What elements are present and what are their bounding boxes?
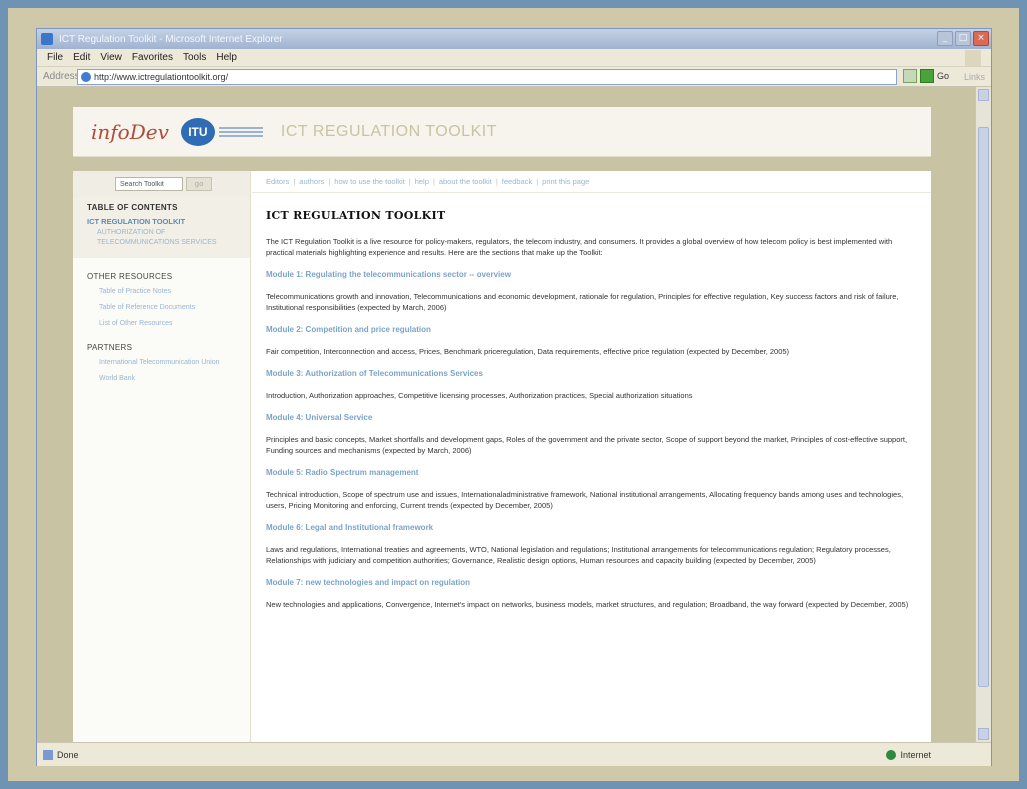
module-3-desc: Introduction, Authorization approaches, … (266, 391, 693, 400)
search-input[interactable] (115, 177, 183, 191)
address-label: Address (43, 71, 80, 82)
security-zone: Internet (886, 749, 931, 760)
sidebar: go TABLE OF CONTENTS ICT REGULATION TOOL… (73, 171, 251, 742)
links-button[interactable]: Links (964, 72, 985, 82)
page-title: ICT REGULATION TOOLKIT (266, 209, 446, 222)
globe-icon (886, 749, 897, 760)
module-7-link[interactable]: Module 7: new technologies and impact on… (266, 578, 917, 587)
link-reference-documents[interactable]: Table of Reference Documents (99, 303, 236, 313)
menu-help[interactable]: Help (216, 52, 237, 63)
menu-bar: File Edit View Favorites Tools Help (37, 49, 991, 67)
infodev-logo: infoDev (91, 119, 169, 144)
module-1-desc: Telecommunications growth and innovation… (266, 292, 899, 312)
ie-app-icon (41, 33, 53, 45)
go-button[interactable]: Go (937, 71, 949, 81)
module-5-desc: Technical introduction, Scope of spectru… (266, 490, 904, 510)
go-area: Go (903, 69, 949, 83)
module-6-link[interactable]: Module 6: Legal and Institutional framew… (266, 523, 917, 532)
module-3-link[interactable]: Module 3: Authorization of Telecommunica… (266, 369, 917, 378)
main-content: Editors | authors | how to use the toolkit… (252, 171, 931, 742)
module-1-link[interactable]: Module 1: Regulating the telecommunicati… (266, 270, 917, 279)
windows-logo-icon (965, 50, 981, 66)
window-title: ICT Regulation Toolkit - Microsoft Inter… (59, 33, 283, 45)
other-resources: OTHER RESOURCES Table of Practice Notes … (73, 258, 250, 329)
page-viewport: infoDev ITU ICT REGULATION TOOLKIT go TA… (37, 87, 977, 742)
nav-editors[interactable]: Editors (266, 177, 289, 186)
go-arrow-icon[interactable] (920, 69, 934, 83)
minimize-button[interactable]: _ (937, 31, 953, 46)
nav-authors[interactable]: authors (299, 177, 324, 186)
scroll-down-icon[interactable] (978, 728, 989, 740)
link-itu[interactable]: International Telecommunication Union (99, 358, 236, 368)
toc-heading: TABLE OF CONTENTS (87, 203, 178, 212)
nav-about[interactable]: about the toolkit (439, 177, 492, 186)
menu-view[interactable]: View (100, 52, 122, 63)
address-bar: Address http://www.ictregulationtoolkit.… (37, 67, 991, 87)
header-band (73, 157, 931, 171)
status-text: Done (57, 749, 79, 760)
link-practice-notes[interactable]: Table of Practice Notes (99, 287, 236, 297)
title-bar: ICT Regulation Toolkit - Microsoft Inter… (37, 29, 991, 49)
close-button[interactable]: × (973, 31, 989, 46)
menu-tools[interactable]: Tools (183, 52, 206, 63)
search-go-button[interactable]: go (186, 177, 212, 191)
web-page: infoDev ITU ICT REGULATION TOOLKIT go TA… (73, 107, 931, 742)
link-world-bank[interactable]: World Bank (99, 374, 236, 384)
module-6-desc: Laws and regulations, International trea… (266, 545, 891, 565)
browser-window: ICT Regulation Toolkit - Microsoft Inter… (36, 28, 992, 766)
partners-heading: PARTNERS (87, 343, 133, 352)
page-icon (81, 72, 91, 82)
module-4-desc: Principles and basic concepts, Market sh… (266, 435, 908, 455)
other-resources-heading: OTHER RESOURCES (87, 272, 173, 281)
module-2-desc: Fair competition, Interconnection and ac… (266, 347, 790, 356)
menu-file[interactable]: File (47, 52, 63, 63)
nav-feedback[interactable]: feedback (502, 177, 532, 186)
site-header: infoDev ITU ICT REGULATION TOOLKIT (73, 107, 931, 157)
itu-tagline-graphic (218, 126, 263, 137)
module-2-link[interactable]: Module 2: Competition and price regulati… (266, 325, 917, 334)
status-bar: Done Internet (37, 742, 991, 766)
module-4-link[interactable]: Module 4: Universal Service (266, 413, 917, 422)
maximize-button[interactable]: □ (955, 31, 971, 46)
nav-help[interactable]: help (415, 177, 429, 186)
menu-favorites[interactable]: Favorites (132, 52, 173, 63)
menu-edit[interactable]: Edit (73, 52, 90, 63)
module-7-desc: New technologies and applications, Conve… (266, 600, 909, 609)
itu-logo: ITU (180, 117, 215, 146)
site-title: ICT REGULATION TOOLKIT (280, 122, 497, 140)
toc-item-toolkit[interactable]: ICT REGULATION TOOLKIT (87, 217, 236, 226)
vertical-scrollbar[interactable] (975, 87, 991, 742)
nav-how-to-use[interactable]: how to use the toolkit (334, 177, 404, 186)
page-done-icon (43, 749, 53, 760)
scroll-thumb[interactable] (978, 127, 989, 687)
scroll-up-icon[interactable] (978, 89, 989, 101)
table-of-contents: TABLE OF CONTENTS ICT REGULATION TOOLKIT… (73, 197, 250, 258)
zone-text: Internet (900, 749, 931, 760)
top-nav: Editors | authors | how to use the toolkit… (252, 171, 931, 193)
toc-item-authorization[interactable]: AUTHORIZATION OF TELECOMMUNICATIONS SERV… (97, 228, 236, 248)
module-5-link[interactable]: Module 5: Radio Spectrum management (266, 468, 917, 477)
partners: PARTNERS International Telecommunication… (73, 329, 250, 384)
search-row: go (73, 171, 250, 197)
window-controls: _ □ × (937, 31, 989, 46)
url-input[interactable]: http://www.ictregulationtoolkit.org/ (77, 69, 897, 85)
dropdown-arrow-icon[interactable] (903, 69, 917, 83)
url-text: http://www.ictregulationtoolkit.org/ (94, 72, 229, 82)
link-other-resources[interactable]: List of Other Resources (99, 319, 236, 329)
intro-text: The ICT Regulation Toolkit is a live res… (266, 237, 893, 257)
nav-print[interactable]: print this page (542, 177, 589, 186)
